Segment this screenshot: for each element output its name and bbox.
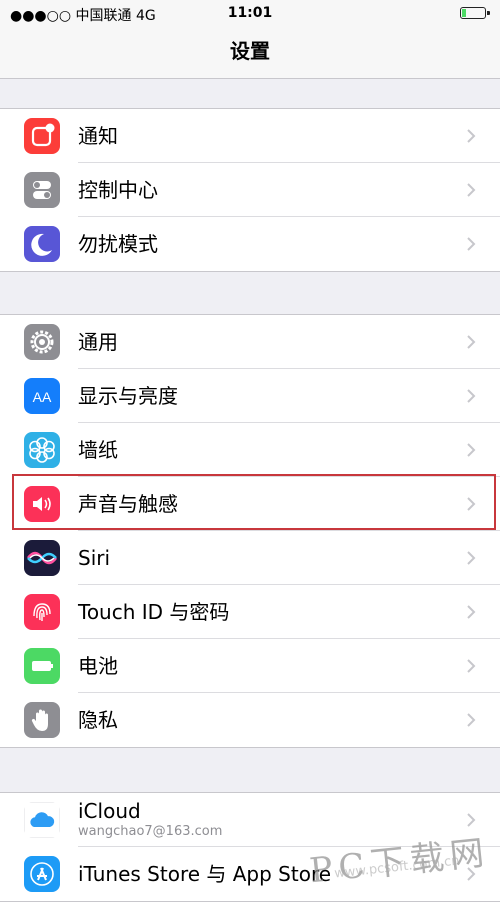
settings-item-privacy[interactable]: 隐私	[0, 693, 500, 747]
settings-item-label: 通知	[78, 124, 118, 148]
gear-icon	[24, 324, 60, 360]
settings-item-general[interactable]: 通用	[0, 315, 500, 369]
fingerprint-icon	[24, 594, 60, 630]
moon-icon	[24, 226, 60, 262]
settings-item-siri[interactable]: Siri	[0, 531, 500, 585]
settings-item-touch-id-passcode[interactable]: Touch ID 与密码	[0, 585, 500, 639]
settings-item-label: 控制中心	[78, 178, 158, 202]
account-email: wangchao7@163.com	[78, 824, 223, 839]
settings-item-control-center[interactable]: 控制中心	[0, 163, 500, 217]
settings-item-label: iTunes Store 与 App Store	[78, 862, 332, 886]
settings-item-label: 显示与亮度	[78, 384, 178, 408]
settings-item-label: 电池	[78, 654, 118, 678]
app-store-icon	[24, 856, 60, 892]
settings-item-wallpaper[interactable]: 墙纸	[0, 423, 500, 477]
battery-icon	[24, 648, 60, 684]
chevron-right-icon	[467, 605, 476, 619]
settings-item-battery[interactable]: 电池	[0, 639, 500, 693]
siri-icon	[24, 540, 60, 576]
battery-indicator-icon	[460, 7, 490, 19]
svg-text:AA: AA	[33, 389, 52, 405]
settings-item-display-brightness[interactable]: AA 显示与亮度	[0, 369, 500, 423]
page-title: 设置	[230, 39, 270, 63]
chevron-right-icon	[467, 183, 476, 197]
wallpaper-flower-icon	[24, 432, 60, 468]
settings-item-label: 墙纸	[78, 438, 118, 462]
chevron-right-icon	[467, 389, 476, 403]
chevron-right-icon	[467, 443, 476, 457]
battery-level	[462, 9, 466, 17]
icloud-icon	[24, 802, 60, 838]
hand-icon	[24, 702, 60, 738]
settings-item-label: Siri	[78, 546, 111, 570]
chevron-right-icon	[467, 237, 476, 251]
status-bar: ●●●○○ 中国联通 4G 11:01	[0, 0, 500, 28]
settings-item-do-not-disturb[interactable]: 勿扰模式	[0, 217, 500, 271]
chevron-right-icon	[467, 335, 476, 349]
chevron-right-icon	[467, 659, 476, 673]
settings-item-label: 勿扰模式	[78, 232, 158, 256]
settings-item-label: Touch ID 与密码	[78, 600, 230, 624]
settings-item-label: 隐私	[78, 708, 118, 732]
chevron-right-icon	[467, 713, 476, 727]
settings-item-label: 通用	[78, 330, 118, 354]
navigation-bar: 设置	[0, 28, 500, 79]
display-icon: AA	[24, 378, 60, 414]
chevron-right-icon	[467, 551, 476, 565]
settings-group-1: 通知 控制中心 勿扰模式	[0, 108, 500, 272]
notifications-icon	[24, 118, 60, 154]
settings-item-label: iCloud	[78, 799, 141, 823]
clock: 11:01	[227, 5, 273, 21]
settings-group-2: 通用 AA 显示与亮度 墙纸 声音与触感 Siri Touch ID 与密码 电…	[0, 314, 500, 748]
settings-item-notifications[interactable]: 通知	[0, 109, 500, 163]
chevron-right-icon	[467, 129, 476, 143]
control-center-icon	[24, 172, 60, 208]
highlight-box	[12, 474, 496, 530]
